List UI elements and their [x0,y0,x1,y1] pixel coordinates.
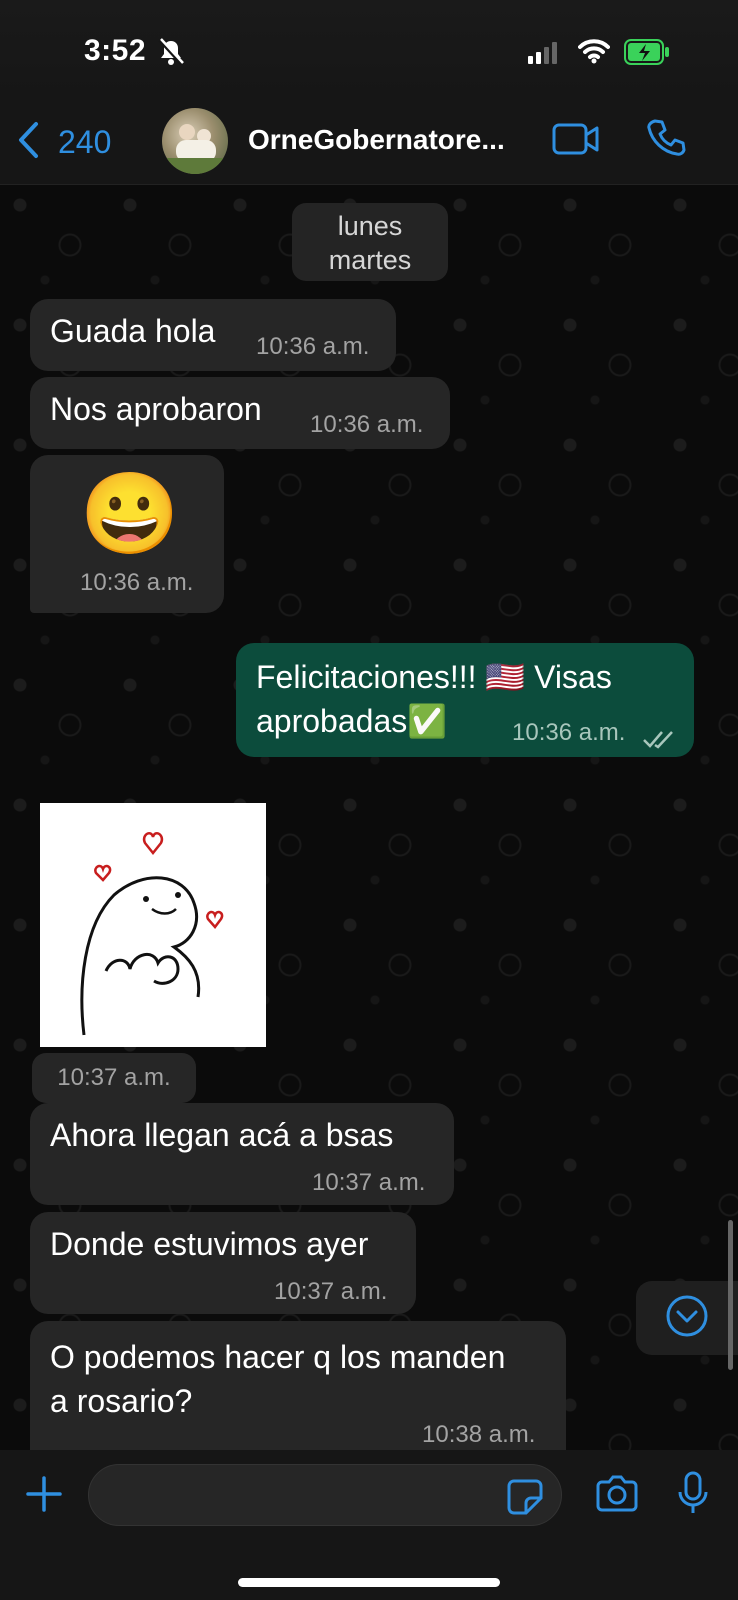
message-time: 10:37 a.m. [32,1053,196,1103]
chevron-down-circle-icon [665,1294,709,1343]
avatar[interactable] [162,108,228,174]
double-check-icon [642,721,676,758]
microphone-button[interactable] [676,1470,710,1523]
date-pill: lunes martes [292,203,448,281]
message-text-line-1: O podemos hacer q los manden [50,1339,506,1375]
status-bar: 3:52 [0,0,738,100]
message-incoming[interactable]: Guada hola 10:36 a.m. [30,299,396,371]
message-text: Guada hola [50,313,216,349]
date-label-2: martes [328,245,412,275]
scrollbar[interactable] [728,1220,733,1370]
message-time: 10:36 a.m. [80,569,194,596]
message-text: Ahora llegan acá a bsas [50,1117,394,1153]
message-outgoing[interactable]: Felicitaciones!!! 🇺🇸 Visas aprobadas✅ 10… [236,643,694,757]
camera-button[interactable] [594,1474,640,1519]
sticker-image[interactable] [40,803,266,1047]
voice-call-button[interactable] [646,118,686,163]
message-text-line-2: a rosario? [50,1383,193,1419]
chevron-left-icon [16,120,40,165]
sticker-button[interactable] [506,1478,544,1521]
attach-button[interactable] [22,1472,66,1521]
message-time: 10:38 a.m. [422,1421,536,1448]
message-incoming-emoji[interactable]: 😀 10:36 a.m. [30,455,224,613]
message-incoming[interactable]: Nos aprobaron 10:36 a.m. [30,377,450,449]
wifi-icon [578,38,610,69]
message-time: 10:37 a.m. [274,1278,388,1305]
message-text: Donde estuvimos ayer [50,1226,369,1262]
bell-muted-icon [158,38,184,71]
date-label-1: lunes [337,211,403,241]
chat-header: 240 OrneGobernatore... [0,100,738,185]
message-text-line-1: Felicitaciones!!! 🇺🇸 Visas [256,659,612,695]
cellular-signal-icon [528,42,558,69]
chat-area[interactable]: lunes martes Guada hola 10:36 a.m. Nos a… [0,185,738,1450]
message-time: 10:36 a.m. [256,333,370,360]
unread-count: 240 [58,124,112,160]
input-bar [0,1450,738,1600]
message-incoming[interactable]: Ahora llegan acá a bsas 10:37 a.m. [30,1103,454,1205]
message-time: 10:37 a.m. [312,1169,426,1196]
message-text: Nos aprobaron [50,391,262,427]
home-indicator[interactable] [238,1578,500,1587]
scroll-to-bottom-button[interactable] [636,1281,738,1355]
message-time: 10:36 a.m. [512,719,626,746]
back-button[interactable]: 240 [16,120,111,165]
contact-name[interactable]: OrneGobernatore... [248,124,528,156]
battery-charging-icon [624,38,670,71]
status-time: 3:52 [84,34,147,67]
video-call-button[interactable] [552,122,600,161]
message-incoming[interactable]: Donde estuvimos ayer 10:37 a.m. [30,1212,416,1314]
message-incoming[interactable]: O podemos hacer q los manden a rosario? … [30,1321,566,1450]
message-time: 10:36 a.m. [310,411,424,438]
message-input[interactable] [88,1464,562,1526]
emoji-grinning: 😀 [80,469,180,558]
